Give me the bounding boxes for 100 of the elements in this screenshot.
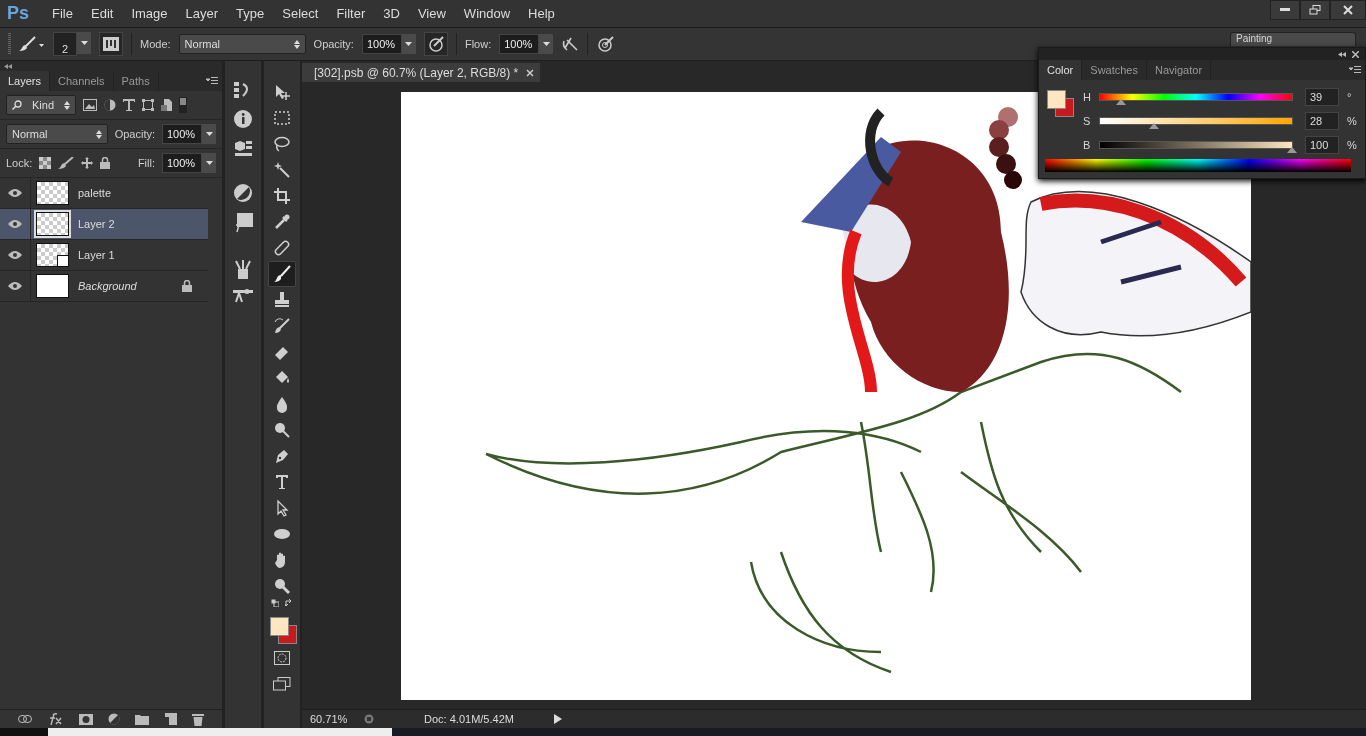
canvas[interactable] [401, 92, 1251, 700]
slider-value-field[interactable]: 39 [1305, 88, 1339, 106]
smart-object-filter-icon[interactable] [161, 99, 172, 111]
lock-all-icon[interactable] [100, 157, 111, 169]
menu-item[interactable]: 3D [374, 6, 409, 21]
brush-tool-icon[interactable] [273, 265, 291, 283]
lock-brush-icon[interactable] [58, 157, 75, 169]
adjustment-filter-icon[interactable] [104, 99, 116, 111]
visibility-eye-icon[interactable] [8, 189, 22, 197]
close-button[interactable] [1330, 0, 1366, 20]
panel-menu-icon[interactable] [1349, 66, 1361, 74]
eyedropper-icon[interactable] [273, 213, 291, 231]
visibility-eye-icon[interactable] [8, 220, 22, 228]
layer-row[interactable]: Background [0, 271, 208, 302]
slider-thumb[interactable] [1115, 99, 1126, 105]
menu-item[interactable]: Select [273, 6, 328, 21]
restore-button[interactable] [1300, 0, 1330, 20]
slider-value-field[interactable]: 28 [1305, 112, 1339, 130]
panel-tab[interactable]: Color [1039, 60, 1083, 80]
color-spectrum[interactable] [1045, 159, 1351, 172]
close-icon[interactable] [526, 68, 535, 77]
menu-item[interactable]: Image [122, 6, 177, 21]
mode-dropdown[interactable]: Normal [178, 34, 306, 54]
airbrush-icon[interactable] [561, 36, 580, 52]
collapse-icon[interactable] [4, 63, 12, 69]
color-swatches[interactable] [268, 615, 296, 645]
filter-toggle-icon[interactable] [179, 97, 187, 113]
panel-tab[interactable]: Navigator [1147, 60, 1212, 80]
panel-tab[interactable]: Swatches [1082, 60, 1147, 80]
visibility-eye-icon[interactable] [8, 282, 22, 290]
3d-panel-icon[interactable] [233, 139, 253, 157]
type-filter-icon[interactable] [123, 99, 135, 111]
lock-position-icon[interactable] [81, 157, 94, 169]
opacity-field[interactable]: 100% [361, 34, 402, 54]
slider-value-field[interactable]: 100 [1305, 136, 1339, 154]
menu-item[interactable]: Filter [327, 6, 375, 21]
color-swatches[interactable] [1045, 88, 1073, 118]
fx-icon[interactable] [47, 713, 64, 725]
mask-icon[interactable] [78, 713, 93, 725]
link-icon[interactable] [17, 715, 32, 723]
document-tab[interactable]: [302].psb @ 60.7% (Layer 2, RGB/8) * [302, 63, 541, 82]
pressure-opacity-button[interactable] [423, 32, 448, 56]
pen-tool-icon[interactable] [273, 447, 291, 465]
menu-item[interactable]: Layer [176, 6, 228, 21]
brush-preset-icon[interactable] [19, 36, 45, 52]
slider-thumb[interactable] [1148, 123, 1159, 129]
info-icon[interactable] [233, 109, 253, 129]
move-tool-icon[interactable] [273, 83, 291, 101]
new-layer-icon[interactable] [164, 713, 177, 725]
menu-item[interactable]: File [43, 6, 82, 21]
clone-source-icon[interactable] [233, 289, 253, 303]
menu-item[interactable]: Help [519, 6, 564, 21]
layer-row[interactable]: Layer 2 [0, 209, 208, 240]
brush-size-field[interactable]: 2 [53, 32, 77, 56]
close-icon[interactable] [1352, 50, 1359, 58]
magic-wand-icon[interactable] [273, 161, 291, 179]
slider-thumb[interactable] [1287, 147, 1297, 153]
export-icon[interactable] [364, 714, 374, 724]
crop-tool-icon[interactable] [273, 187, 291, 205]
play-icon[interactable] [554, 714, 562, 724]
filter-kind-dropdown[interactable]: Kind [6, 95, 76, 115]
swap-colors-icon[interactable] [285, 599, 293, 607]
default-colors-icon[interactable] [271, 599, 279, 607]
trash-icon[interactable] [192, 712, 205, 726]
collapse-icon[interactable] [1338, 51, 1346, 57]
stamp-tool-icon[interactable] [273, 291, 291, 309]
zoom-icon[interactable] [273, 577, 291, 595]
workspace-dropdown[interactable]: Painting [1230, 32, 1356, 46]
minimize-button[interactable] [1270, 0, 1300, 20]
menu-item[interactable]: Type [227, 6, 274, 21]
flow-field[interactable]: 100% [499, 34, 540, 54]
marquee-tool-icon[interactable] [273, 109, 291, 127]
tool-button[interactable] [268, 261, 296, 287]
menu-item[interactable]: Edit [82, 6, 123, 21]
menu-item[interactable]: View [408, 6, 455, 21]
history-brush-icon[interactable] [273, 317, 291, 335]
panel-tab[interactable]: Channels [50, 71, 114, 91]
lasso-tool-icon[interactable] [273, 135, 291, 153]
menu-item[interactable]: Window [454, 6, 520, 21]
fill-field[interactable]: 100% [162, 153, 202, 173]
shape-filter-icon[interactable] [142, 99, 154, 111]
lock-transparency-icon[interactable] [39, 157, 52, 169]
adjustment-layer-icon[interactable] [107, 713, 120, 725]
bandage-icon[interactable] [273, 239, 291, 257]
layer-opacity-field[interactable]: 100% [162, 124, 202, 144]
screen-mode-icon[interactable] [273, 677, 291, 691]
image-filter-icon[interactable] [83, 99, 97, 111]
adjustments-icon[interactable] [233, 183, 253, 203]
blend-mode-dropdown[interactable]: Normal [6, 124, 108, 144]
panel-menu-icon[interactable] [206, 77, 218, 85]
brush-panel-button[interactable] [99, 32, 123, 56]
dodge-tool-icon[interactable] [273, 421, 291, 439]
quick-mask-icon[interactable] [274, 651, 290, 665]
folder-icon[interactable] [135, 713, 150, 725]
panel-tab[interactable]: Paths [113, 71, 159, 91]
type-tool-icon[interactable] [273, 473, 291, 491]
visibility-eye-icon[interactable] [8, 251, 22, 259]
panel-tab[interactable]: Layers [0, 71, 51, 91]
layer-row[interactable]: Layer 1 [0, 240, 208, 271]
styles-icon[interactable] [233, 213, 253, 233]
